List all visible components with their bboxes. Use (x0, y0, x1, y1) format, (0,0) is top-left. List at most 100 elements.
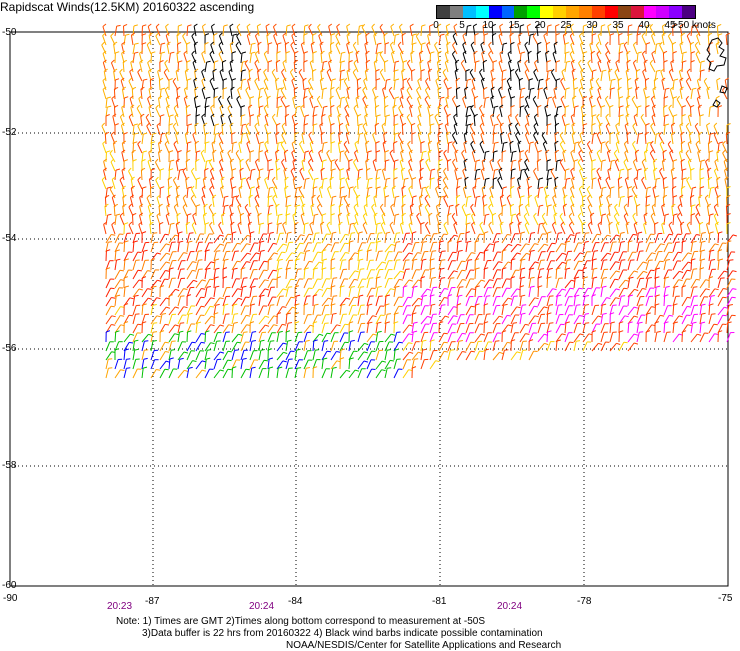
wind-barb-feather (188, 25, 192, 26)
wind-barb-feather (288, 323, 292, 324)
wind-barb (447, 161, 448, 171)
wind-barb-feather (360, 287, 364, 288)
wind-barb (691, 197, 692, 207)
wind-barb (565, 170, 566, 180)
wind-barb-feather (633, 234, 637, 235)
wind-barb-feather (329, 24, 332, 26)
wind-barb-feather (237, 24, 240, 27)
wind-barb (547, 332, 548, 342)
wind-barb-feather (480, 252, 484, 253)
wind-barb-feather (579, 288, 583, 289)
wind-barb-feather (576, 233, 580, 234)
wind-barb (187, 332, 188, 342)
wind-barb (457, 107, 458, 117)
wind-barb-feather (525, 324, 529, 325)
wind-barb-feather (244, 278, 248, 279)
wind-barb (367, 197, 368, 207)
wind-barb-feather (624, 342, 628, 343)
wind-barb-feather (111, 288, 115, 289)
wind-barb (403, 287, 404, 297)
wind-barb-feather (111, 306, 115, 307)
wind-barb-feather (282, 252, 286, 253)
wind-barb-feather (333, 296, 337, 297)
wind-barb (430, 260, 431, 270)
wind-barb-feather (318, 252, 322, 253)
wind-barb-feather (621, 260, 625, 261)
wind-barb-feather (733, 289, 737, 290)
wind-barb (511, 71, 512, 81)
wind-barb (475, 62, 476, 72)
wind-barb-feather (696, 279, 700, 280)
wind-barb-feather (678, 252, 682, 253)
wind-barb (573, 80, 574, 90)
wind-barb (304, 224, 305, 234)
wind-barb-feather (144, 341, 148, 342)
wind-barb (141, 170, 142, 180)
wind-barb-feather (201, 342, 205, 343)
wind-barb (349, 188, 350, 198)
wind-barb-feather (450, 278, 454, 279)
wind-barb-feather (257, 24, 260, 26)
wind-barb (276, 62, 277, 72)
wind-barb (124, 242, 125, 252)
wind-barb (285, 116, 286, 126)
wind-barb-feather (287, 25, 291, 26)
wind-barb-feather (318, 24, 321, 27)
wind-barb (322, 269, 323, 279)
wind-barb-feather (264, 270, 268, 271)
wind-barb-feather (441, 260, 445, 261)
wind-barb-feather (712, 314, 716, 315)
wind-barb (664, 323, 665, 333)
wind-barb (726, 134, 727, 144)
wind-barb (385, 161, 386, 171)
wind-barb-feather (462, 333, 466, 334)
wind-barb-feather (178, 25, 182, 26)
wind-barb (205, 134, 206, 144)
wind-barb (547, 125, 548, 135)
wind-barb (367, 170, 368, 180)
wind-barb-feather (246, 315, 250, 316)
wind-barb-feather (129, 315, 133, 316)
wind-barb (628, 242, 629, 252)
wind-barb-feather (621, 242, 625, 243)
wind-barb (727, 242, 728, 252)
wind-barb-feather (624, 288, 628, 289)
wind-barb (222, 62, 223, 72)
wind-map (0, 0, 740, 650)
wind-barb-feather (391, 24, 394, 27)
wind-barb-feather (211, 24, 214, 26)
wind-barb-feather (252, 286, 256, 287)
wind-barb (511, 260, 512, 270)
wind-barb-feather (224, 25, 228, 26)
wind-barb (699, 224, 700, 234)
wind-barb-feather (507, 235, 511, 236)
wind-barb (250, 233, 251, 243)
wind-barb-feather (585, 305, 589, 306)
wind-barb-feather (264, 261, 268, 262)
wind-barb (375, 107, 376, 117)
wind-barb-feather (103, 24, 106, 27)
wind-barb (402, 125, 403, 135)
wind-barb-feather (165, 342, 169, 343)
wind-barb (673, 305, 674, 315)
wind-barb-feather (306, 251, 310, 252)
wind-barb-feather (666, 260, 670, 261)
wind-barb-feather (216, 251, 220, 252)
wind-barb-feather (111, 235, 115, 236)
wind-barb-feather (247, 24, 250, 27)
wind-barb-feather (153, 233, 157, 234)
wind-barb (340, 152, 341, 162)
wind-barb-feather (567, 260, 571, 261)
wind-barb-feather (337, 24, 340, 27)
wind-barb (385, 62, 386, 72)
wind-barb-feather (198, 251, 202, 252)
wind-barb-feather (124, 24, 128, 26)
wind-barb (484, 251, 485, 261)
wind-barb (582, 116, 583, 126)
wind-barb-feather (422, 25, 426, 26)
wind-barb-feather (399, 279, 403, 280)
wind-barb-feather (423, 242, 427, 243)
wind-barb (394, 125, 395, 135)
wind-barb-feather (621, 296, 625, 297)
wind-barb (718, 26, 719, 36)
